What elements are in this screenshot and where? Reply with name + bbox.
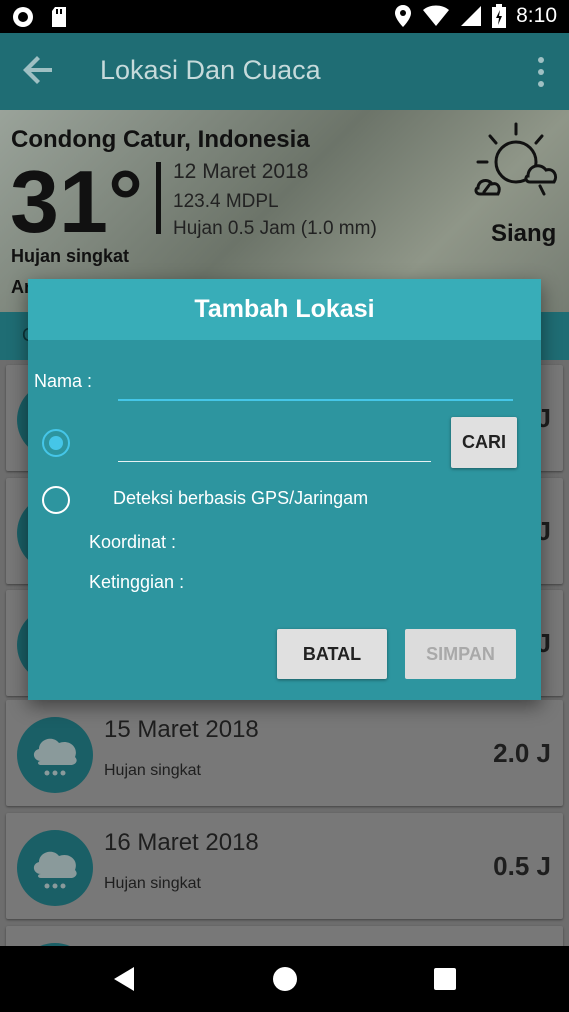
search-button[interactable]: CARI <box>451 417 517 468</box>
dialog-header: Tambah Lokasi <box>28 279 541 340</box>
location-icon <box>395 5 412 27</box>
gps-location-radio[interactable] <box>42 486 70 514</box>
screen: 8:10 Lokasi Dan Cuaca Condong Catur, Ind… <box>0 0 569 1012</box>
elevation-label: Ketinggian : <box>89 572 185 592</box>
list-item-summary: Hujan singkat <box>104 875 201 892</box>
status-bar: 8:10 <box>0 0 569 33</box>
wifi-icon <box>423 5 450 26</box>
divider <box>156 162 161 234</box>
record-icon <box>13 7 33 27</box>
more-options-icon[interactable] <box>535 55 547 89</box>
sd-card-icon <box>52 7 66 27</box>
rain-cloud-icon <box>17 830 93 906</box>
day-period: Siang <box>491 220 557 247</box>
name-label: Nama : <box>34 371 93 391</box>
list-item[interactable]: 15 Maret 2018 Hujan singkat 2.0 J <box>6 700 563 806</box>
name-input[interactable] <box>118 363 513 401</box>
temperature: 31° <box>10 152 144 251</box>
save-button[interactable]: SIMPAN <box>405 629 516 679</box>
back-arrow-icon[interactable] <box>22 53 56 87</box>
list-item-date: 15 Maret 2018 <box>104 716 259 743</box>
list-item-duration: 0.5 J <box>493 851 551 881</box>
sun-cloud-icon <box>474 122 558 196</box>
navigation-bar <box>0 946 569 1012</box>
gps-option-label[interactable]: Deteksi berbasis GPS/Jaringam <box>113 488 368 509</box>
location-search-input[interactable] <box>118 427 431 462</box>
radio-selected-dot <box>49 436 63 450</box>
cell-signal-icon <box>461 6 482 26</box>
clock: 8:10 <box>516 4 557 27</box>
elevation: 123.4 MDPL <box>173 191 279 212</box>
manual-location-radio[interactable] <box>42 429 70 457</box>
back-nav-icon[interactable] <box>112 966 136 992</box>
battery-icon <box>492 4 507 28</box>
add-location-dialog: Tambah Lokasi Nama : CARI Deteksi berbas… <box>28 279 541 700</box>
list-item[interactable]: 16 Maret 2018 Hujan singkat 0.5 J <box>6 813 563 919</box>
rain-cloud-icon <box>17 717 93 793</box>
location-name: Condong Catur, Indonesia <box>11 126 310 153</box>
weather-description: Hujan singkat <box>11 246 130 266</box>
rain-info: Hujan 0.5 Jam (1.0 mm) <box>173 218 377 239</box>
cancel-button[interactable]: BATAL <box>277 629 387 679</box>
home-nav-icon[interactable] <box>272 966 298 992</box>
list-item-duration: 2.0 J <box>493 738 551 768</box>
recents-nav-icon[interactable] <box>433 967 457 991</box>
app-title: Lokasi Dan Cuaca <box>100 55 321 85</box>
list-item-date: 16 Maret 2018 <box>104 829 259 856</box>
weather-date: 12 Maret 2018 <box>173 160 309 183</box>
coordinate-label: Koordinat : <box>89 532 177 552</box>
app-bar: Lokasi Dan Cuaca <box>0 33 569 110</box>
dialog-title: Tambah Lokasi <box>194 295 375 323</box>
list-item-summary: Hujan singkat <box>104 762 201 779</box>
